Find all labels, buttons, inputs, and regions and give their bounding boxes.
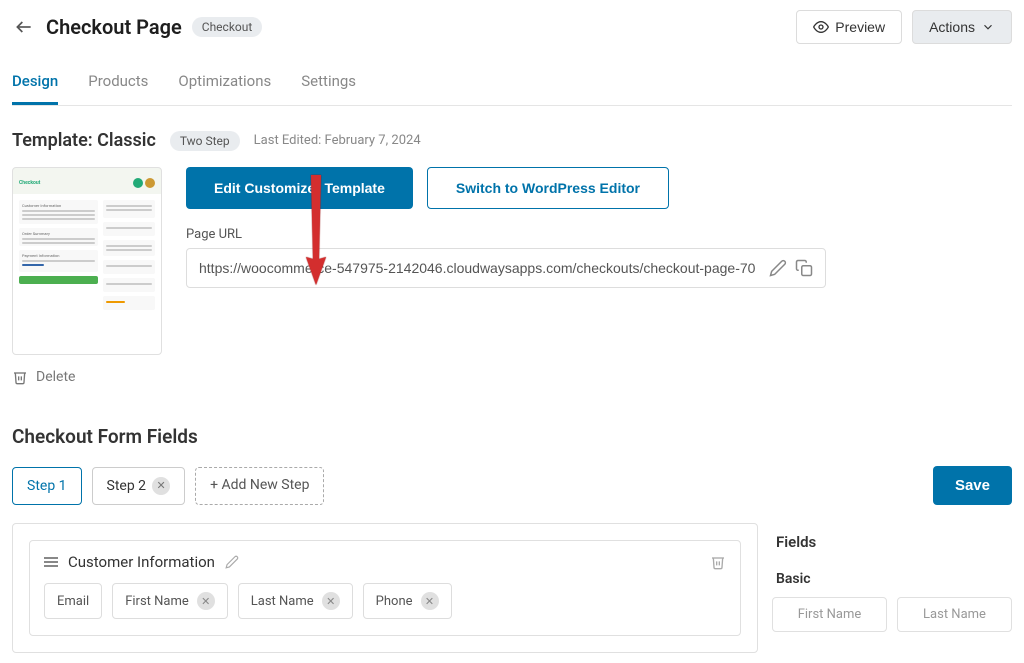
side-chip-last-name[interactable]: Last Name [897, 597, 1012, 632]
actions-label: Actions [929, 19, 975, 35]
preview-button[interactable]: Preview [796, 10, 902, 44]
template-badge: Two Step [170, 131, 240, 151]
close-icon[interactable]: ✕ [421, 592, 439, 610]
delete-button[interactable]: Delete [12, 369, 162, 385]
chip-label: Last Name [251, 594, 314, 609]
step-1-label: Step 1 [27, 478, 67, 494]
field-chip-phone[interactable]: Phone ✕ [363, 583, 452, 619]
fields-side-basic: Basic [772, 565, 1012, 597]
tab-products[interactable]: Products [88, 64, 148, 105]
customer-info-title: Customer Information [68, 553, 215, 571]
page-url-input[interactable] [199, 260, 761, 276]
fields-side-title: Fields [772, 523, 1012, 565]
drag-handle-icon[interactable] [44, 557, 58, 567]
actions-button[interactable]: Actions [912, 10, 1012, 44]
step-2-tab[interactable]: Step 2 ✕ [92, 467, 186, 505]
tab-optimizations[interactable]: Optimizations [178, 64, 271, 105]
fields-side-panel: Fields Basic First Name Last Name [772, 523, 1012, 653]
template-thumbnail[interactable]: Checkout Customer Information Order Summ… [12, 167, 162, 355]
eye-icon [813, 19, 829, 35]
pencil-icon[interactable] [225, 555, 239, 569]
back-arrow[interactable] [12, 15, 36, 39]
delete-label: Delete [36, 369, 75, 385]
template-title: Template: Classic [12, 130, 156, 151]
tab-settings[interactable]: Settings [301, 64, 356, 105]
annotation-arrow [286, 165, 346, 295]
side-chip-first-name[interactable]: First Name [772, 597, 887, 632]
chip-label: First Name [125, 594, 189, 609]
switch-editor-button[interactable]: Switch to WordPress Editor [427, 167, 669, 209]
page-url-field [186, 248, 826, 288]
close-icon[interactable]: ✕ [152, 477, 170, 495]
close-icon[interactable]: ✕ [322, 592, 340, 610]
field-chip-email[interactable]: Email [44, 583, 102, 619]
page-title: Checkout Page [46, 15, 182, 39]
chevron-down-icon [981, 20, 995, 34]
chip-label: Phone [376, 594, 413, 609]
trash-icon[interactable] [710, 554, 726, 570]
copy-icon[interactable] [795, 259, 813, 277]
save-button[interactable]: Save [933, 466, 1012, 505]
last-edited: Last Edited: February 7, 2024 [254, 133, 421, 148]
field-chip-last-name[interactable]: Last Name ✕ [238, 583, 353, 619]
close-icon[interactable]: ✕ [197, 592, 215, 610]
tabs: Design Products Optimizations Settings [12, 64, 1012, 106]
checkout-badge: Checkout [192, 17, 263, 37]
trash-icon [12, 369, 28, 385]
tab-design[interactable]: Design [12, 64, 58, 105]
fields-main-panel: Customer Information Email First Name ✕ … [12, 523, 758, 653]
step-1-tab[interactable]: Step 1 [12, 467, 82, 505]
pencil-icon[interactable] [769, 259, 787, 277]
field-chip-first-name[interactable]: First Name ✕ [112, 583, 228, 619]
chip-label: Email [57, 594, 89, 609]
preview-label: Preview [835, 19, 885, 35]
step-2-label: Step 2 [107, 478, 147, 494]
add-step-button[interactable]: + Add New Step [195, 467, 324, 505]
form-fields-title: Checkout Form Fields [12, 425, 1012, 448]
customer-info-section: Customer Information Email First Name ✕ … [29, 540, 741, 636]
